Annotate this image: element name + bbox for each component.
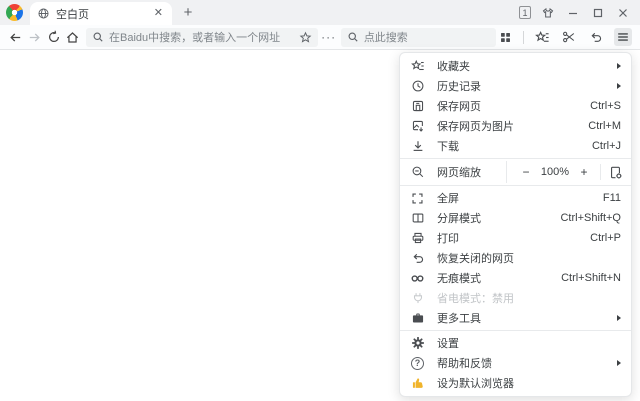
menu-separator — [400, 158, 631, 159]
zoom-magnifier-icon — [410, 165, 425, 180]
reload-button[interactable] — [44, 28, 63, 47]
new-tab-button[interactable]: + — [177, 2, 199, 24]
zoom-controls: − 100% + — [506, 161, 631, 183]
shortcut-label: Ctrl+S — [590, 100, 621, 112]
menu-item-save-as-image[interactable]: 保存网页为图片 Ctrl+M — [400, 116, 631, 136]
menu-item-downloads[interactable]: 下载 Ctrl+J — [400, 136, 631, 156]
tab-close-icon[interactable]: ✕ — [152, 7, 165, 20]
gear-icon — [410, 336, 425, 351]
back-button[interactable] — [6, 28, 25, 47]
tab-blank-page[interactable]: 空白页 ✕ — [30, 2, 172, 25]
window-count-badge[interactable]: 1 — [519, 6, 531, 19]
submenu-arrow-icon — [617, 315, 621, 321]
apps-grid-icon[interactable] — [496, 28, 514, 46]
browser-logo-icon[interactable] — [6, 4, 23, 21]
globe-icon — [37, 7, 50, 20]
menu-separator — [400, 330, 631, 331]
search-box[interactable]: 点此搜索 — [341, 28, 496, 47]
help-icon: ? — [410, 356, 425, 371]
menu-item-split-screen[interactable]: 分屏模式 Ctrl+Shift+Q — [400, 208, 631, 228]
forward-button[interactable] — [25, 28, 44, 47]
shortcut-label: Ctrl+J — [592, 140, 621, 152]
search-icon — [347, 31, 359, 43]
search-icon — [92, 31, 104, 43]
favorites-icon — [410, 59, 425, 74]
thumbs-up-icon — [410, 376, 425, 391]
custom-zoom-page-icon[interactable] — [608, 165, 623, 180]
toolbar-right-icons — [496, 28, 632, 46]
maximize-button[interactable] — [590, 5, 606, 21]
shortcut-label: Ctrl+M — [588, 120, 621, 132]
theme-shirt-icon[interactable] — [540, 5, 556, 21]
printer-icon — [410, 231, 425, 246]
shortcut-label: Ctrl+Shift+N — [561, 272, 621, 284]
menu-item-power-saving: 省电模式：禁用 — [400, 288, 631, 308]
minimize-button[interactable] — [565, 5, 581, 21]
zoom-level-value: 100% — [535, 166, 575, 178]
download-icon — [410, 139, 425, 154]
menu-separator — [400, 185, 631, 186]
incognito-icon — [410, 271, 425, 286]
address-bar[interactable]: 在Baidu中搜索，或者输入一个网址 — [86, 28, 318, 47]
shortcut-label: Ctrl+Shift+Q — [560, 212, 621, 224]
menu-item-save-page[interactable]: 保存网页 Ctrl+S — [400, 96, 631, 116]
menu-item-page-zoom: 网页缩放 − 100% + — [400, 161, 631, 183]
main-menu-button[interactable] — [614, 28, 632, 46]
toolbar-separator — [523, 31, 524, 44]
menu-item-settings[interactable]: 设置 — [400, 333, 631, 353]
save-image-icon — [410, 119, 425, 134]
close-button[interactable] — [615, 5, 631, 21]
menu-item-incognito[interactable]: 无痕模式 Ctrl+Shift+N — [400, 268, 631, 288]
menu-item-favorites[interactable]: 收藏夹 — [400, 56, 631, 76]
submenu-arrow-icon — [617, 63, 621, 69]
search-placeholder: 点此搜索 — [364, 29, 490, 45]
power-plug-icon — [410, 291, 425, 306]
menu-item-fullscreen[interactable]: 全屏 F11 — [400, 188, 631, 208]
tab-bar: 空白页 ✕ + 1 — [0, 0, 640, 25]
submenu-arrow-icon — [617, 360, 621, 366]
screenshot-scissors-icon[interactable] — [560, 28, 578, 46]
favorites-star-icon[interactable] — [533, 28, 551, 46]
history-clock-icon — [410, 79, 425, 94]
browser-window: 空白页 ✕ + 1 — [0, 0, 640, 401]
fullscreen-icon — [410, 191, 425, 206]
address-placeholder: 在Baidu中搜索，或者输入一个网址 — [109, 29, 294, 45]
shortcut-label: Ctrl+P — [590, 232, 621, 244]
home-button[interactable] — [63, 28, 82, 47]
zoom-out-button[interactable]: − — [517, 165, 535, 179]
toolbar: 在Baidu中搜索，或者输入一个网址 ··· 点此搜索 — [0, 25, 640, 50]
tab-title: 空白页 — [56, 6, 146, 22]
menu-item-restore-closed-pages[interactable]: 恢复关闭的网页 — [400, 248, 631, 268]
bookmark-star-icon[interactable] — [299, 31, 312, 44]
split-screen-icon — [410, 211, 425, 226]
menu-item-history[interactable]: 历史记录 — [400, 76, 631, 96]
zoom-in-button[interactable]: + — [575, 165, 593, 179]
menu-item-print[interactable]: 打印 Ctrl+P — [400, 228, 631, 248]
zoom-separator — [600, 164, 601, 180]
restore-undo-icon[interactable] — [587, 28, 605, 46]
save-page-icon — [410, 99, 425, 114]
submenu-arrow-icon — [617, 83, 621, 89]
address-more-button[interactable]: ··· — [318, 30, 338, 44]
window-controls: 1 — [519, 5, 640, 21]
restore-undo-icon — [410, 251, 425, 266]
toolbox-icon — [410, 311, 425, 326]
menu-item-more-tools[interactable]: 更多工具 — [400, 308, 631, 328]
menu-item-help-feedback[interactable]: ? 帮助和反馈 — [400, 353, 631, 373]
shortcut-label: F11 — [603, 192, 621, 204]
menu-item-set-default-browser[interactable]: 设为默认浏览器 — [400, 373, 631, 393]
browser-menu: 收藏夹 历史记录 保存网页 Ctrl+S — [399, 52, 632, 397]
